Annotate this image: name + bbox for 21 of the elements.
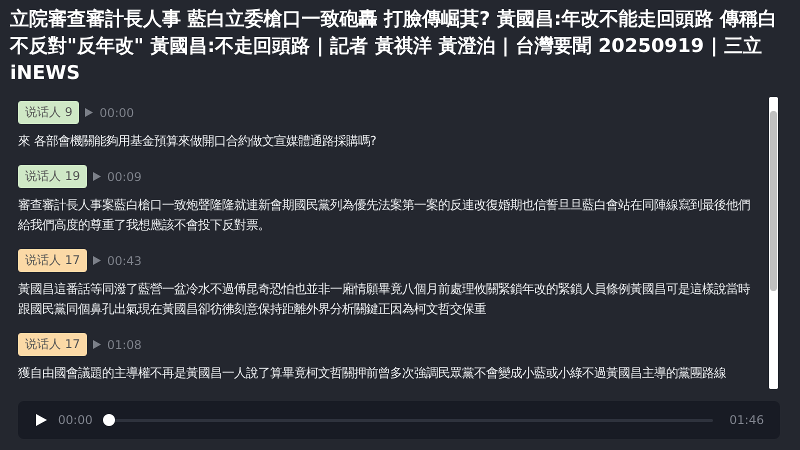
timestamp: 00:00 [99,106,134,120]
transcript-text: 獲自由國會議題的主導權不再是黃國昌一人說了算畢竟柯文哲關押前曾多次強調民眾黨不會變成小藍或小綠不過黃國昌主導的黨團路線 [18,364,727,382]
play-icon[interactable] [85,108,94,117]
current-time: 00:00 [58,413,93,427]
play-icon[interactable] [93,256,102,265]
play-icon[interactable] [93,172,102,181]
play-button[interactable] [34,413,48,427]
transcript-text: 黃國昌這番話等同潑了藍營一盆冷水不過傅昆奇恐怕也並非一廂情願畢竟八個月前處理攸關緊鎖年改的緊鎖人員條例黃國昌可是這樣說當時跟國民黨同個鼻孔出氣現在黃國昌卻彷彿刻意保持距離外界分析關鍵正因為柯文哲交保重 [18,280,751,318]
timestamp: 01:08 [107,338,142,352]
play-icon[interactable] [93,340,102,349]
timestamp: 00:09 [107,170,142,184]
transcript-text: 來 各部會機關能夠用基金預算來做開口合約做文宣媒體通路採購嗎? [18,132,378,150]
speaker-tag: 说话人 17 [18,249,88,272]
duration: 01:46 [729,413,764,427]
speaker-tag: 说话人 19 [18,165,88,188]
speaker-tag: 说话人 17 [18,333,88,356]
transcript-text: 審查審計長人事案藍白槍口一致炮聲隆隆就連新會期國民黨列為優先法案第一案的反連改復婚期也信誓旦旦藍白會站在同陣線寫到最後他們給我們高度的尊重了我想應該不會投下反對票。 [18,196,751,234]
timestamp: 00:43 [107,254,142,268]
article-title: 立院審查審計長人事 藍白立委槍口一致砲轟 打臉傳崛萁? 黃國昌:年改不能走回頭路 傳稱白不反對"反年改" 黃國昌:不走回頭路 | 記者 黃祺洋 黃澄泊 | 台灣要聞 20250919 | 三立iNEWS [8,7,778,86]
scrollbar[interactable] [769,97,778,389]
speaker-tag: 说话人 9 [18,101,80,124]
